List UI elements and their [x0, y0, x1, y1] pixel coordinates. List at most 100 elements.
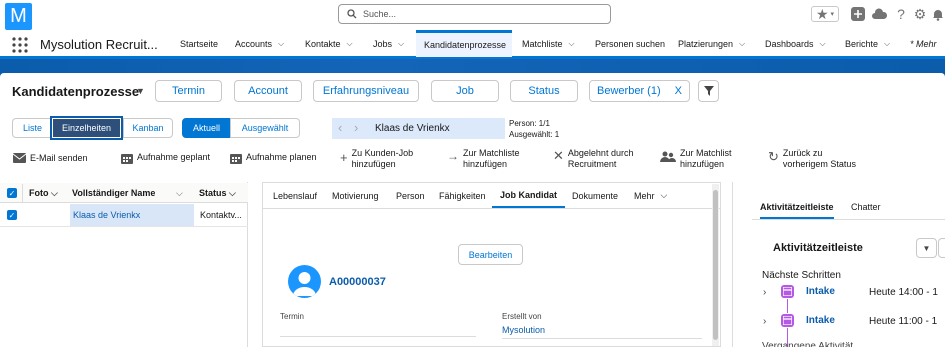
column-header-status[interactable]: Status ⌵ — [199, 188, 236, 199]
select-all-checkbox[interactable]: ✓ — [7, 188, 17, 198]
field-termin-label: Termin — [280, 312, 305, 321]
tab-person[interactable]: Person — [396, 183, 425, 208]
action-zur-matchliste-hinzufuegen[interactable]: → Zur Matchliste hinzufügen — [447, 148, 533, 170]
filter-account-button[interactable]: Account — [234, 80, 302, 102]
nav-tab-label: Kandidatenprozesse — [424, 40, 507, 50]
cloud-icon[interactable] — [871, 6, 887, 22]
tab-job-kandidat[interactable]: Job Kandidat — [492, 183, 566, 208]
tab-lebenslauf[interactable]: Lebenslauf — [273, 183, 317, 208]
nav-tab-label: Matchliste — [522, 38, 563, 49]
nav-tab-jobs[interactable]: Jobs ⌵ — [371, 30, 406, 57]
nav-tab-kandidatenprozesse[interactable]: Kandidatenprozesse — [416, 30, 512, 57]
action-zu-kunden-job-hinzufuegen[interactable]: + Zu Kunden-Job hinzufügen — [340, 148, 422, 170]
field-erstellt-value[interactable]: Mysolution — [502, 325, 545, 335]
gear-icon[interactable]: ⚙ — [912, 6, 928, 22]
tab-dokumente[interactable]: Dokumente — [572, 183, 618, 208]
activity-item-title[interactable]: Intake — [806, 315, 835, 326]
filter-funnel-button[interactable] — [698, 80, 719, 102]
filter-ausgewaehlt-button[interactable]: Ausgewählt — [230, 118, 300, 138]
chevron-down-icon[interactable]: ⌵ — [176, 188, 183, 199]
filter-bewerber-button[interactable]: Bewerber (1) X — [589, 80, 690, 102]
chevron-down-icon[interactable]: ⌵ — [398, 39, 404, 49]
action-email-senden[interactable]: E-Mail senden — [13, 153, 88, 164]
tab-motivierung[interactable]: Motivierung — [332, 183, 379, 208]
nav-tab-startseite[interactable]: Startseite — [178, 30, 220, 57]
previous-record-icon[interactable]: ‹ — [338, 120, 342, 135]
action-aufnahme-planen[interactable]: Aufnahme planen — [230, 152, 317, 164]
app-logo[interactable]: M — [5, 3, 32, 30]
view-einzelheiten-button[interactable]: Einzelheiten — [50, 116, 123, 140]
next-record-icon[interactable]: › — [354, 120, 358, 135]
action-label: Aufnahme geplant — [137, 152, 211, 162]
nav-tab-label: Berichte — [845, 38, 879, 49]
nav-tab-mehr[interactable]: * Mehr — [908, 30, 939, 57]
tab-chatter[interactable]: Chatter — [851, 202, 881, 212]
favorites-star-icon[interactable]: ★ ▾ — [811, 6, 839, 22]
chevron-down-icon[interactable]: ⌵ — [820, 39, 826, 49]
row-name-link[interactable]: Klaas de Vrienkx — [73, 210, 140, 220]
column-header-vollstaendiger-name[interactable]: Vollständiger Name — [72, 188, 155, 198]
column-header-foto[interactable]: Foto ⌵ — [29, 188, 58, 199]
app-launcher-icon[interactable] — [12, 37, 28, 53]
selected-count: Ausgewählt: 1 — [509, 130, 560, 139]
nav-tab-platzierungen[interactable]: Platzierungen ⌵ — [676, 30, 747, 57]
action-label: Abgelehnt durch Recruitment — [567, 148, 634, 169]
chevron-down-icon[interactable]: ⌵ — [347, 39, 353, 49]
activity-item-title[interactable]: Intake — [806, 286, 835, 297]
column-divider — [22, 184, 23, 202]
chevron-down-icon[interactable]: ⌵ — [884, 39, 890, 49]
chevron-down-icon[interactable]: ⌵ — [569, 39, 575, 49]
action-abgelehnt-durch-recruitment[interactable]: ✕ Abgelehnt durch Recruitment — [553, 148, 653, 170]
detail-scrollbar[interactable] — [712, 184, 719, 346]
filter-status-button[interactable]: Status — [510, 80, 578, 102]
filter-aktuell-button[interactable]: Aktuell — [182, 118, 231, 138]
clear-filter-icon[interactable]: X — [675, 85, 682, 97]
nav-tab-label: Platzierungen — [678, 38, 734, 49]
tab-faehigkeiten[interactable]: Fähigkeiten — [439, 183, 486, 208]
event-icon — [781, 285, 794, 298]
nav-tab-accounts[interactable]: Accounts ⌵ — [233, 30, 286, 57]
field-termin-underline — [280, 336, 476, 337]
activity-heading: Aktivitätzeitleiste — [773, 242, 863, 254]
nav-tab-label: * Mehr — [910, 38, 937, 49]
action-zurueck-zu-vorherigem-status[interactable]: ↻ Zurück zu vorherigem Status — [768, 148, 863, 170]
nav-tab-dashboards[interactable]: Dashboards ⌵ — [763, 30, 828, 57]
nav-tab-label: Accounts — [235, 38, 273, 49]
filter-job-button[interactable]: Job — [431, 80, 499, 102]
filter-termin-button[interactable]: Termin — [155, 80, 222, 102]
avatar — [288, 265, 321, 298]
view-kanban-button[interactable]: Kanban — [123, 118, 173, 138]
notifications-bell-icon[interactable] — [930, 6, 945, 22]
nav-tab-personen-suchen[interactable]: Personen suchen — [593, 30, 667, 57]
chevron-down-icon[interactable]: ⌵ — [739, 39, 745, 49]
tab-aktivitaetzeitleiste[interactable]: Aktivitätzeitleiste — [760, 202, 834, 219]
action-label: Zurück zu vorherigem Status — [782, 148, 856, 169]
record-navigator: ‹ › Klaas de Vrienkx — [332, 118, 505, 139]
nav-tab-kontakte[interactable]: Kontakte ⌵ — [303, 30, 355, 57]
expand-chevron-icon[interactable]: › — [763, 287, 766, 298]
expand-chevron-icon[interactable]: › — [763, 316, 766, 327]
filter-erfahrungsniveau-button[interactable]: Erfahrungsniveau — [313, 80, 419, 102]
row-checkbox[interactable]: ✓ — [7, 210, 17, 220]
filter-bewerber-label: Bewerber (1) — [597, 85, 661, 97]
search-icon — [347, 9, 357, 19]
global-add-icon[interactable] — [850, 6, 866, 22]
chevron-down-icon[interactable]: ⌵ — [278, 39, 284, 49]
activity-filter-button[interactable] — [938, 238, 945, 258]
record-name: Klaas de Vrienkx — [375, 123, 450, 134]
help-icon[interactable]: ? — [893, 6, 909, 22]
nav-tab-matchliste[interactable]: Matchliste ⌵ — [520, 30, 577, 57]
action-label: E-Mail senden — [30, 153, 88, 163]
activity-menu-button[interactable]: ▼ — [916, 238, 937, 258]
close-icon: ✕ — [553, 148, 564, 163]
view-liste-button[interactable]: Liste — [12, 118, 53, 138]
global-search-input[interactable]: Suche... — [338, 4, 611, 24]
action-zur-matchlist-hinzufuegen[interactable]: Zur Matchlist hinzufügen — [660, 148, 740, 170]
action-label: Aufnahme planen — [246, 152, 317, 162]
list-view-picker-icon[interactable]: ▼ — [136, 86, 145, 96]
nav-tab-berichte[interactable]: Berichte ⌵ — [843, 30, 892, 57]
edit-button[interactable]: Bearbeiten — [458, 244, 523, 265]
tab-mehr[interactable]: Mehr ⌵ — [634, 183, 667, 208]
activity-item-time: Heute 14:00 - 1 — [869, 287, 938, 298]
action-aufnahme-geplant[interactable]: Aufnahme geplant — [121, 152, 210, 164]
